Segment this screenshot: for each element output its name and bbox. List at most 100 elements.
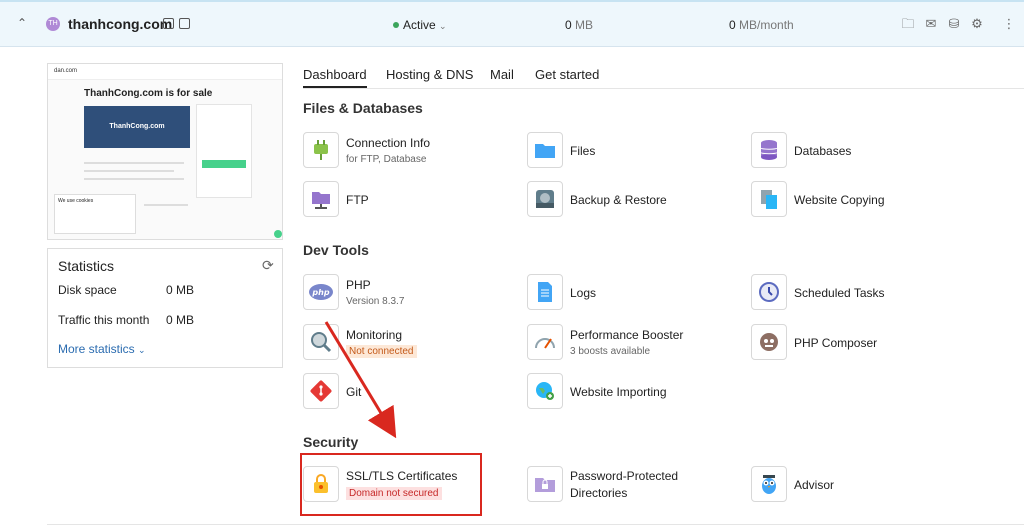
tool-website-importing[interactable]: Website Importing: [527, 373, 727, 413]
preview-header: dan.com: [48, 64, 282, 80]
tool-logs[interactable]: Logs: [527, 274, 727, 314]
preview-text-line: [84, 178, 184, 180]
tool-label: FTP: [346, 193, 369, 207]
tool-label: PHP Composer: [794, 336, 878, 350]
monitoring-icon: [303, 324, 339, 360]
stat-label: Traffic this month: [58, 313, 150, 327]
protected-folder-icon: [527, 466, 563, 502]
tool-label: Databases: [794, 144, 852, 158]
tool-subtitle: 3 boosts available: [570, 346, 651, 357]
preview-text-line: [144, 204, 188, 206]
tool-git[interactable]: Git: [303, 373, 503, 413]
tool-php-composer[interactable]: PHP Composer: [751, 324, 951, 364]
tool-label: Monitoring: [346, 328, 403, 342]
status-dropdown[interactable]: Active ⌄: [393, 18, 447, 32]
preview-buy-button: [202, 160, 246, 168]
status-dot-icon: [393, 22, 399, 28]
php-icon: php: [303, 274, 339, 310]
database-icon: [751, 132, 787, 168]
tool-label: Files: [570, 144, 596, 158]
stat-value: 0 MB: [166, 283, 195, 297]
tool-label: PHP: [346, 278, 371, 292]
tool-label: Connection Info: [346, 136, 431, 150]
tool-website-copying[interactable]: Website Copying: [751, 181, 951, 221]
tool-label: Scheduled Tasks: [794, 286, 885, 300]
copy-icon: [751, 181, 787, 217]
bottom-divider: [47, 524, 1024, 525]
tool-ftp[interactable]: FTP: [303, 181, 503, 221]
section-title-dev-tools: Dev Tools: [303, 242, 369, 258]
section-title-security: Security: [303, 434, 359, 450]
settings-sliders-icon[interactable]: ⚙: [970, 17, 984, 31]
tool-label: Logs: [570, 286, 597, 300]
site-favicon-icon: TH: [46, 17, 60, 31]
site-preview[interactable]: dan.com ThanhCong.com is for sale ThanhC…: [47, 63, 283, 240]
disk-unit: MB: [575, 18, 594, 32]
traffic-value: 0: [729, 18, 736, 32]
preview-cookie-banner: We use cookies: [54, 194, 136, 234]
tool-label: Backup & Restore: [570, 193, 667, 207]
tool-advisor[interactable]: Advisor: [751, 466, 951, 506]
traffic-usage: 0 MB/month: [729, 18, 794, 32]
tool-databases[interactable]: Databases: [751, 132, 951, 172]
globe-icon: [527, 373, 563, 409]
collapse-chevron-icon[interactable]: ⌃: [17, 16, 27, 30]
tool-files[interactable]: Files: [527, 132, 727, 172]
preview-text-line: [84, 162, 184, 164]
refresh-icon[interactable]: ⟳: [262, 257, 274, 274]
tool-php[interactable]: php PHP Version 8.3.7: [303, 274, 503, 314]
preview-chat-icon: [274, 230, 282, 238]
tool-label: Website Copying: [794, 193, 885, 207]
subscription-header: ⌃ TH thanhcong.com Active ⌄ 0 MB 0 MB/mo…: [0, 0, 1024, 47]
tool-scheduled-tasks[interactable]: Scheduled Tasks: [751, 274, 951, 314]
stat-label: Disk space: [58, 283, 117, 297]
backup-icon: [527, 181, 563, 217]
preview-title: ThanhCong.com is for sale: [84, 88, 213, 99]
highlight-box: [300, 453, 482, 516]
tab-get-started[interactable]: Get started: [535, 67, 599, 82]
tool-label: Website Importing: [570, 385, 667, 399]
domain-name[interactable]: thanhcong.com: [68, 16, 172, 32]
tool-backup-restore[interactable]: Backup & Restore: [527, 181, 727, 221]
folder-icon: [527, 132, 563, 168]
not-connected-badge: Not connected: [346, 345, 417, 358]
folder-icon[interactable]: 🗀: [901, 17, 915, 31]
more-statistics-label: More statistics: [58, 342, 135, 356]
logs-icon: [527, 274, 563, 310]
tool-label-line2: Directories: [570, 486, 628, 500]
tab-dashboard[interactable]: Dashboard: [303, 67, 367, 88]
tab-hosting-dns[interactable]: Hosting & DNS: [386, 67, 473, 82]
stat-value: 0 MB: [166, 313, 195, 327]
statistics-card: Statistics ⟳ Disk space 0 MB Traffic thi…: [47, 248, 283, 368]
preview-site-label: dan.com: [54, 68, 78, 74]
tool-password-protected-directories[interactable]: Password-Protected Directories: [527, 466, 727, 506]
clock-icon: [751, 274, 787, 310]
tabs-divider: [303, 88, 1024, 89]
git-icon: [303, 373, 339, 409]
owl-icon: [751, 466, 787, 502]
status-label: Active: [403, 18, 436, 32]
tool-connection-info[interactable]: Connection Info for FTP, Database: [303, 132, 503, 172]
mail-icon[interactable]: ✉: [924, 17, 938, 31]
tool-monitoring[interactable]: Monitoring Not connected: [303, 324, 503, 364]
disk-usage: 0 MB: [565, 18, 593, 32]
more-menu-icon[interactable]: ⋮: [1002, 17, 1016, 31]
more-statistics-link[interactable]: More statistics ⌄: [58, 342, 146, 356]
disk-value: 0: [565, 18, 572, 32]
tool-label: Performance Booster: [570, 328, 684, 342]
composer-icon: [751, 324, 787, 360]
ftp-folder-icon: [303, 181, 339, 217]
tool-subtitle: Version 8.3.7: [346, 296, 405, 307]
preview-banner: ThanhCong.com: [84, 106, 190, 148]
preview-sidebar: [196, 104, 252, 198]
open-site-icon[interactable]: [179, 18, 190, 29]
tab-mail[interactable]: Mail: [490, 67, 514, 82]
preview-text-line: [84, 170, 174, 172]
svg-text:php: php: [311, 288, 329, 297]
preview-cookie-title: We use cookies: [58, 198, 94, 204]
section-title-files: Files & Databases: [303, 100, 423, 116]
tool-performance-booster[interactable]: Performance Booster 3 boosts available: [527, 324, 727, 364]
tool-label: Advisor: [794, 478, 835, 492]
copy-icon[interactable]: [163, 18, 174, 29]
database-icon[interactable]: ⛁: [947, 17, 961, 31]
